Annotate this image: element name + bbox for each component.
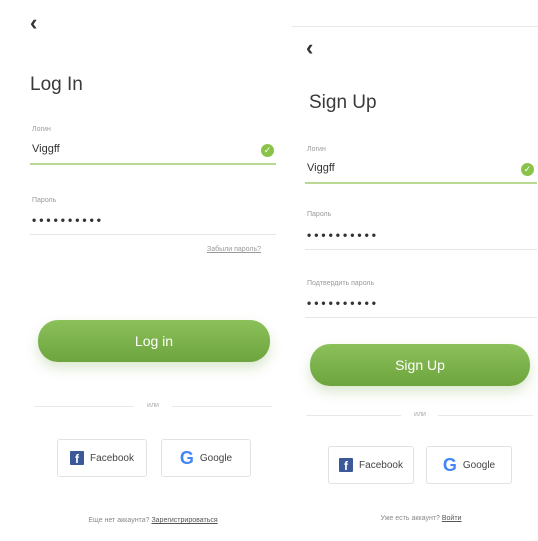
login-field[interactable]: Viggff [32,143,60,155]
google-button[interactable]: G Google [426,446,512,484]
signup-screen: ‹ Sign Up Логин Viggff ✓ Пароль ••••••••… [292,0,538,541]
facebook-icon: f [339,458,354,473]
facebook-label: Facebook [90,452,134,464]
password-field[interactable]: •••••••••• [32,213,104,227]
page-title: Sign Up [309,92,377,113]
confirm-password-label: Подтвердить пароль [307,280,375,287]
divider-right [172,406,272,407]
back-button[interactable]: ‹ [306,37,313,59]
or-text: или [147,402,159,409]
check-icon: ✓ [261,144,274,157]
google-label: Google [199,452,233,464]
forgot-password-link[interactable]: Забыли пароль? [207,246,261,253]
confirm-password-field[interactable]: •••••••••• [307,296,379,310]
divider-right [438,415,533,416]
divider-left [34,406,134,407]
google-icon: G [442,455,457,475]
or-text: или [414,411,426,418]
login-screen: ‹ Log In Логин Viggff ✓ Пароль •••••••••… [0,0,290,541]
back-button[interactable]: ‹ [30,12,37,34]
login-field[interactable]: Viggff [307,162,335,174]
facebook-button[interactable]: f Facebook [57,439,147,477]
divider-left [306,415,401,416]
facebook-icon: f [70,451,85,466]
password-underline [305,249,537,250]
google-label: Google [462,459,496,471]
footer: Уже есть аккаунт? Войти [305,515,537,522]
footer-text: Уже есть аккаунт? [380,515,440,522]
login-underline [305,182,537,184]
page-title: Log In [30,74,83,95]
password-field[interactable]: •••••••••• [307,228,379,242]
chevron-left-icon: ‹ [306,35,314,60]
top-border [292,26,538,27]
login-label: Логин [307,146,326,153]
check-icon: ✓ [521,163,534,176]
google-icon: G [179,448,194,468]
login-link[interactable]: Войти [442,515,462,522]
chevron-left-icon: ‹ [30,10,38,35]
footer: Еще нет аккаунта? Зарегистрироваться [30,517,276,524]
footer-text: Еще нет аккаунта? [88,517,150,524]
login-label: Логин [32,126,51,133]
password-label: Пароль [307,211,332,218]
confirm-password-underline [305,317,537,318]
login-button[interactable]: Log in [38,320,270,362]
register-link[interactable]: Зарегистрироваться [151,517,217,524]
facebook-label: Facebook [359,459,403,471]
signup-button[interactable]: Sign Up [310,344,530,386]
login-underline [30,163,276,165]
password-label: Пароль [32,197,57,204]
google-button[interactable]: G Google [161,439,251,477]
facebook-button[interactable]: f Facebook [328,446,414,484]
password-underline [30,234,276,235]
